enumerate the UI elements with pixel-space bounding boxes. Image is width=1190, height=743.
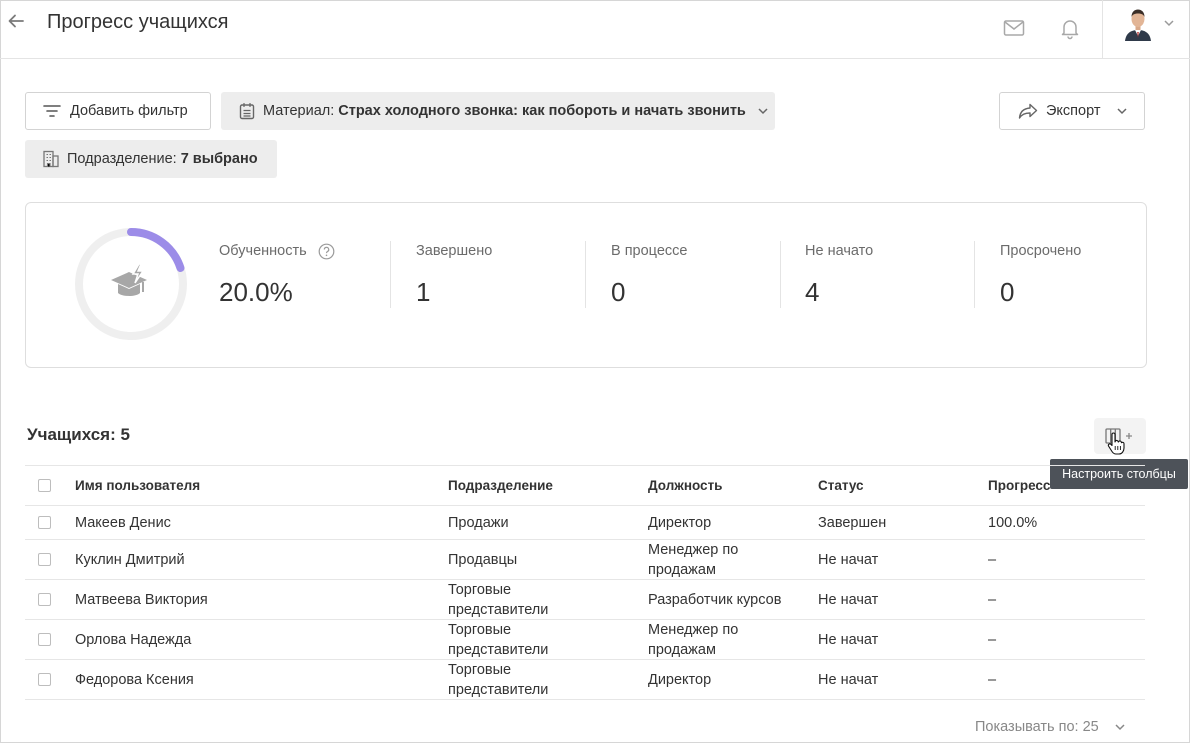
back-arrow-icon[interactable] [6, 11, 26, 31]
table-row[interactable]: Матвеева Виктория Торговые представители… [25, 580, 1145, 620]
department-filter-value: 7 выбрано [180, 151, 258, 167]
column-header-status[interactable]: Статус [818, 466, 864, 505]
add-filter-label: Добавить фильтр [70, 103, 188, 119]
cell-name[interactable]: Федорова Ксения [75, 660, 194, 699]
students-table: Имя пользователя Подразделение Должность… [25, 465, 1145, 700]
table-row[interactable]: Куклин Дмитрий Продавцы Менеджер по прод… [25, 540, 1145, 580]
stat-not-started: Не начато 4 [805, 241, 873, 308]
stat-overdue-label: Просрочено [1000, 243, 1082, 259]
chevron-down-icon[interactable] [1162, 16, 1176, 30]
cell-position: Директор [648, 671, 712, 688]
mail-icon[interactable] [1002, 16, 1026, 40]
stat-not-started-label: Не начато [805, 243, 874, 259]
cell-progress: – [988, 591, 997, 608]
share-icon [1018, 103, 1038, 119]
help-icon[interactable] [318, 243, 335, 260]
building-icon [43, 150, 59, 168]
table-row[interactable]: Орлова Надежда Торговые представители Ме… [25, 620, 1145, 660]
cell-department: Торговые представители [448, 621, 549, 658]
material-filter-value: Страх холодного звонка: как побороть и н… [338, 103, 746, 119]
cell-department: Продавцы [448, 551, 518, 568]
row-checkbox[interactable] [38, 592, 51, 606]
material-filter-prefix: Материал: [263, 103, 335, 119]
stat-in-progress-label: В процессе [611, 243, 688, 259]
stat-divider [390, 241, 391, 308]
proficiency-donut [75, 228, 187, 340]
cell-name[interactable]: Орлова Надежда [75, 620, 191, 659]
cell-department: Торговые представители [448, 581, 549, 618]
students-count: Учащихся: 5 [27, 425, 130, 444]
cell-name[interactable]: Матвеева Виктория [75, 580, 208, 619]
cell-progress: – [988, 671, 997, 688]
cell-name[interactable]: Макеев Денис [75, 506, 171, 539]
stat-overdue: Просрочено 0 [1000, 241, 1081, 308]
stat-completed-label: Завершено [416, 243, 493, 259]
cell-status: Не начат [818, 671, 879, 688]
cell-position: Директор [648, 514, 712, 531]
cell-status: Не начат [818, 551, 879, 568]
chevron-down-icon [758, 108, 768, 115]
stat-in-progress: В процессе 0 [611, 241, 687, 308]
stat-divider [585, 241, 586, 308]
cell-status: Не начат [818, 591, 879, 608]
table-row[interactable]: Федорова Ксения Торговые представители Д… [25, 660, 1145, 700]
column-header-name[interactable]: Имя пользователя [75, 466, 200, 505]
stat-divider [780, 241, 781, 308]
cell-position: Менеджер по продажам [648, 621, 739, 658]
row-checkbox[interactable] [38, 672, 51, 686]
stat-proficiency-label: Обученность [219, 243, 307, 259]
row-checkbox[interactable] [38, 552, 51, 566]
calendar-icon [239, 103, 255, 120]
cell-department: Торговые представители [448, 661, 549, 698]
table-header-row: Имя пользователя Подразделение Должность… [25, 465, 1145, 506]
cell-position: Разработчик курсов [648, 591, 782, 608]
stat-completed: Завершено 1 [416, 241, 492, 308]
cell-name[interactable]: Куклин Дмитрий [75, 540, 185, 579]
page-title: Прогресс учащихся [47, 11, 229, 33]
row-checkbox[interactable] [38, 632, 51, 646]
stat-in-progress-value: 0 [611, 277, 626, 307]
page-size-label: Показывать по: 25 [975, 719, 1099, 735]
department-filter-chip[interactable]: Подразделение: 7 выбрано [25, 140, 277, 178]
department-filter-prefix: Подразделение: [67, 151, 177, 167]
export-button[interactable]: Экспорт [999, 92, 1145, 130]
graduation-cap-icon [111, 263, 147, 296]
cell-progress: 100.0% [988, 514, 1038, 531]
stat-overdue-value: 0 [1000, 277, 1015, 307]
column-header-position[interactable]: Должность [648, 466, 722, 505]
page-header: Прогресс учащихся [0, 0, 1190, 59]
stat-divider [974, 241, 975, 308]
stat-proficiency-value: 20.0% [219, 277, 293, 307]
chevron-down-icon [1115, 724, 1125, 731]
export-label: Экспорт [1046, 103, 1101, 119]
chevron-down-icon [1117, 108, 1128, 115]
filter-icon [43, 105, 61, 117]
stat-not-started-value: 4 [805, 277, 820, 307]
bell-icon[interactable] [1058, 16, 1082, 40]
cell-status: Завершен [818, 514, 887, 531]
row-checkbox[interactable] [38, 515, 51, 529]
stats-card: Обученность 20.0% Завершено 1 В процессе… [25, 202, 1147, 368]
stat-completed-value: 1 [416, 277, 431, 307]
column-header-department[interactable]: Подразделение [448, 466, 553, 505]
cell-status: Не начат [818, 631, 879, 648]
add-filter-button[interactable]: Добавить фильтр [25, 92, 211, 130]
hand-cursor-icon [1107, 432, 1125, 455]
cell-progress: – [988, 631, 997, 648]
header-divider [1102, 0, 1103, 58]
avatar[interactable] [1123, 7, 1153, 41]
cell-position: Менеджер по продажам [648, 541, 739, 578]
table-row[interactable]: Макеев Денис Продажи Директор Завершен 1… [25, 506, 1145, 540]
column-header-progress[interactable]: Прогресс [988, 466, 1050, 505]
select-all-checkbox[interactable] [38, 478, 51, 492]
cell-department: Продажи [448, 514, 509, 531]
cell-progress: – [988, 551, 997, 568]
material-filter-chip[interactable]: Материал: Страх холодного звонка: как по… [221, 92, 775, 130]
page-size-selector[interactable]: Показывать по: 25 [975, 719, 1127, 735]
stat-proficiency: Обученность 20.0% [219, 241, 335, 308]
